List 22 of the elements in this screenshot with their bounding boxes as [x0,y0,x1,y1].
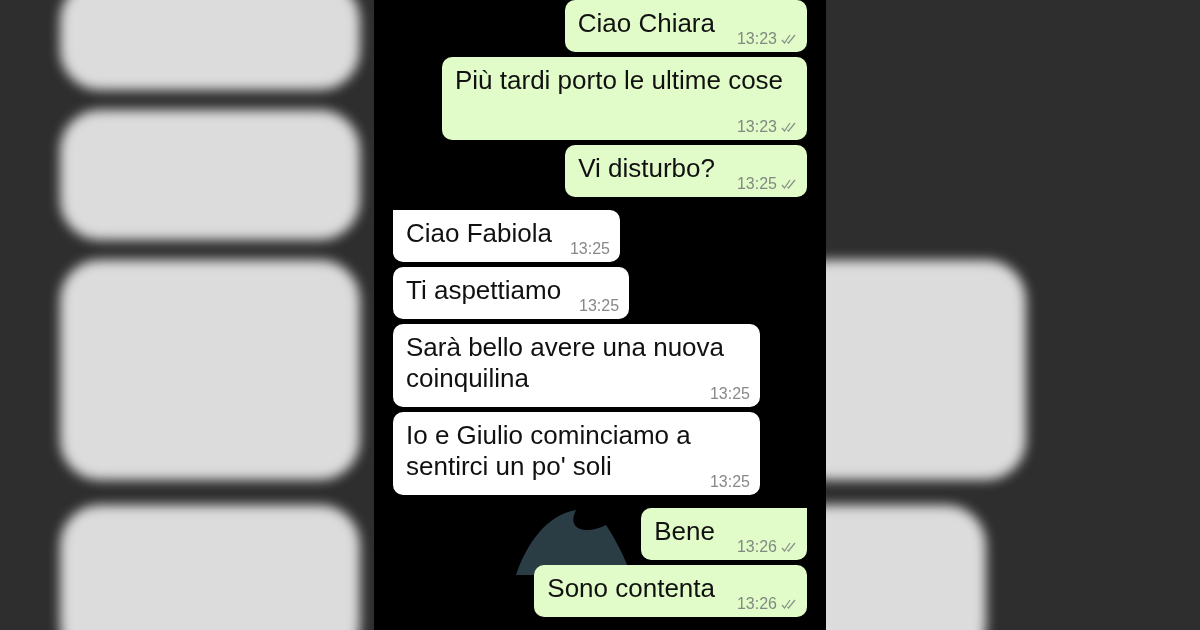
message-text: Più tardi porto le ultime cose [455,65,784,95]
message-text: Io e Giulio cominciamo a sentirci un po' soli [406,420,691,481]
double-check-icon [781,599,797,609]
message-text: Vi disturbo? [578,153,715,183]
message-text: Ciao Chiara [577,8,715,38]
message-time: 13:25 [579,297,620,315]
message-time: 13:26 [736,538,777,556]
message-time: 13:25 [736,175,777,193]
double-check-icon [781,122,797,132]
double-check-icon [781,179,797,189]
message-text: Ciao Fabiola [406,218,552,248]
message-text: Ti aspettiamo [406,275,562,305]
message-text: Sono contenta [547,573,715,603]
double-check-icon [781,542,797,552]
message-text: Bene [654,516,715,546]
message-time: 13:23 [736,30,777,48]
message-time: 13:26 [736,595,777,613]
message-time: 13:25 [709,385,750,403]
message-time: 13:25 [709,473,750,491]
double-check-icon [781,34,797,44]
message-time: 13:25 [569,240,610,258]
message-time: 13:23 [736,118,777,136]
